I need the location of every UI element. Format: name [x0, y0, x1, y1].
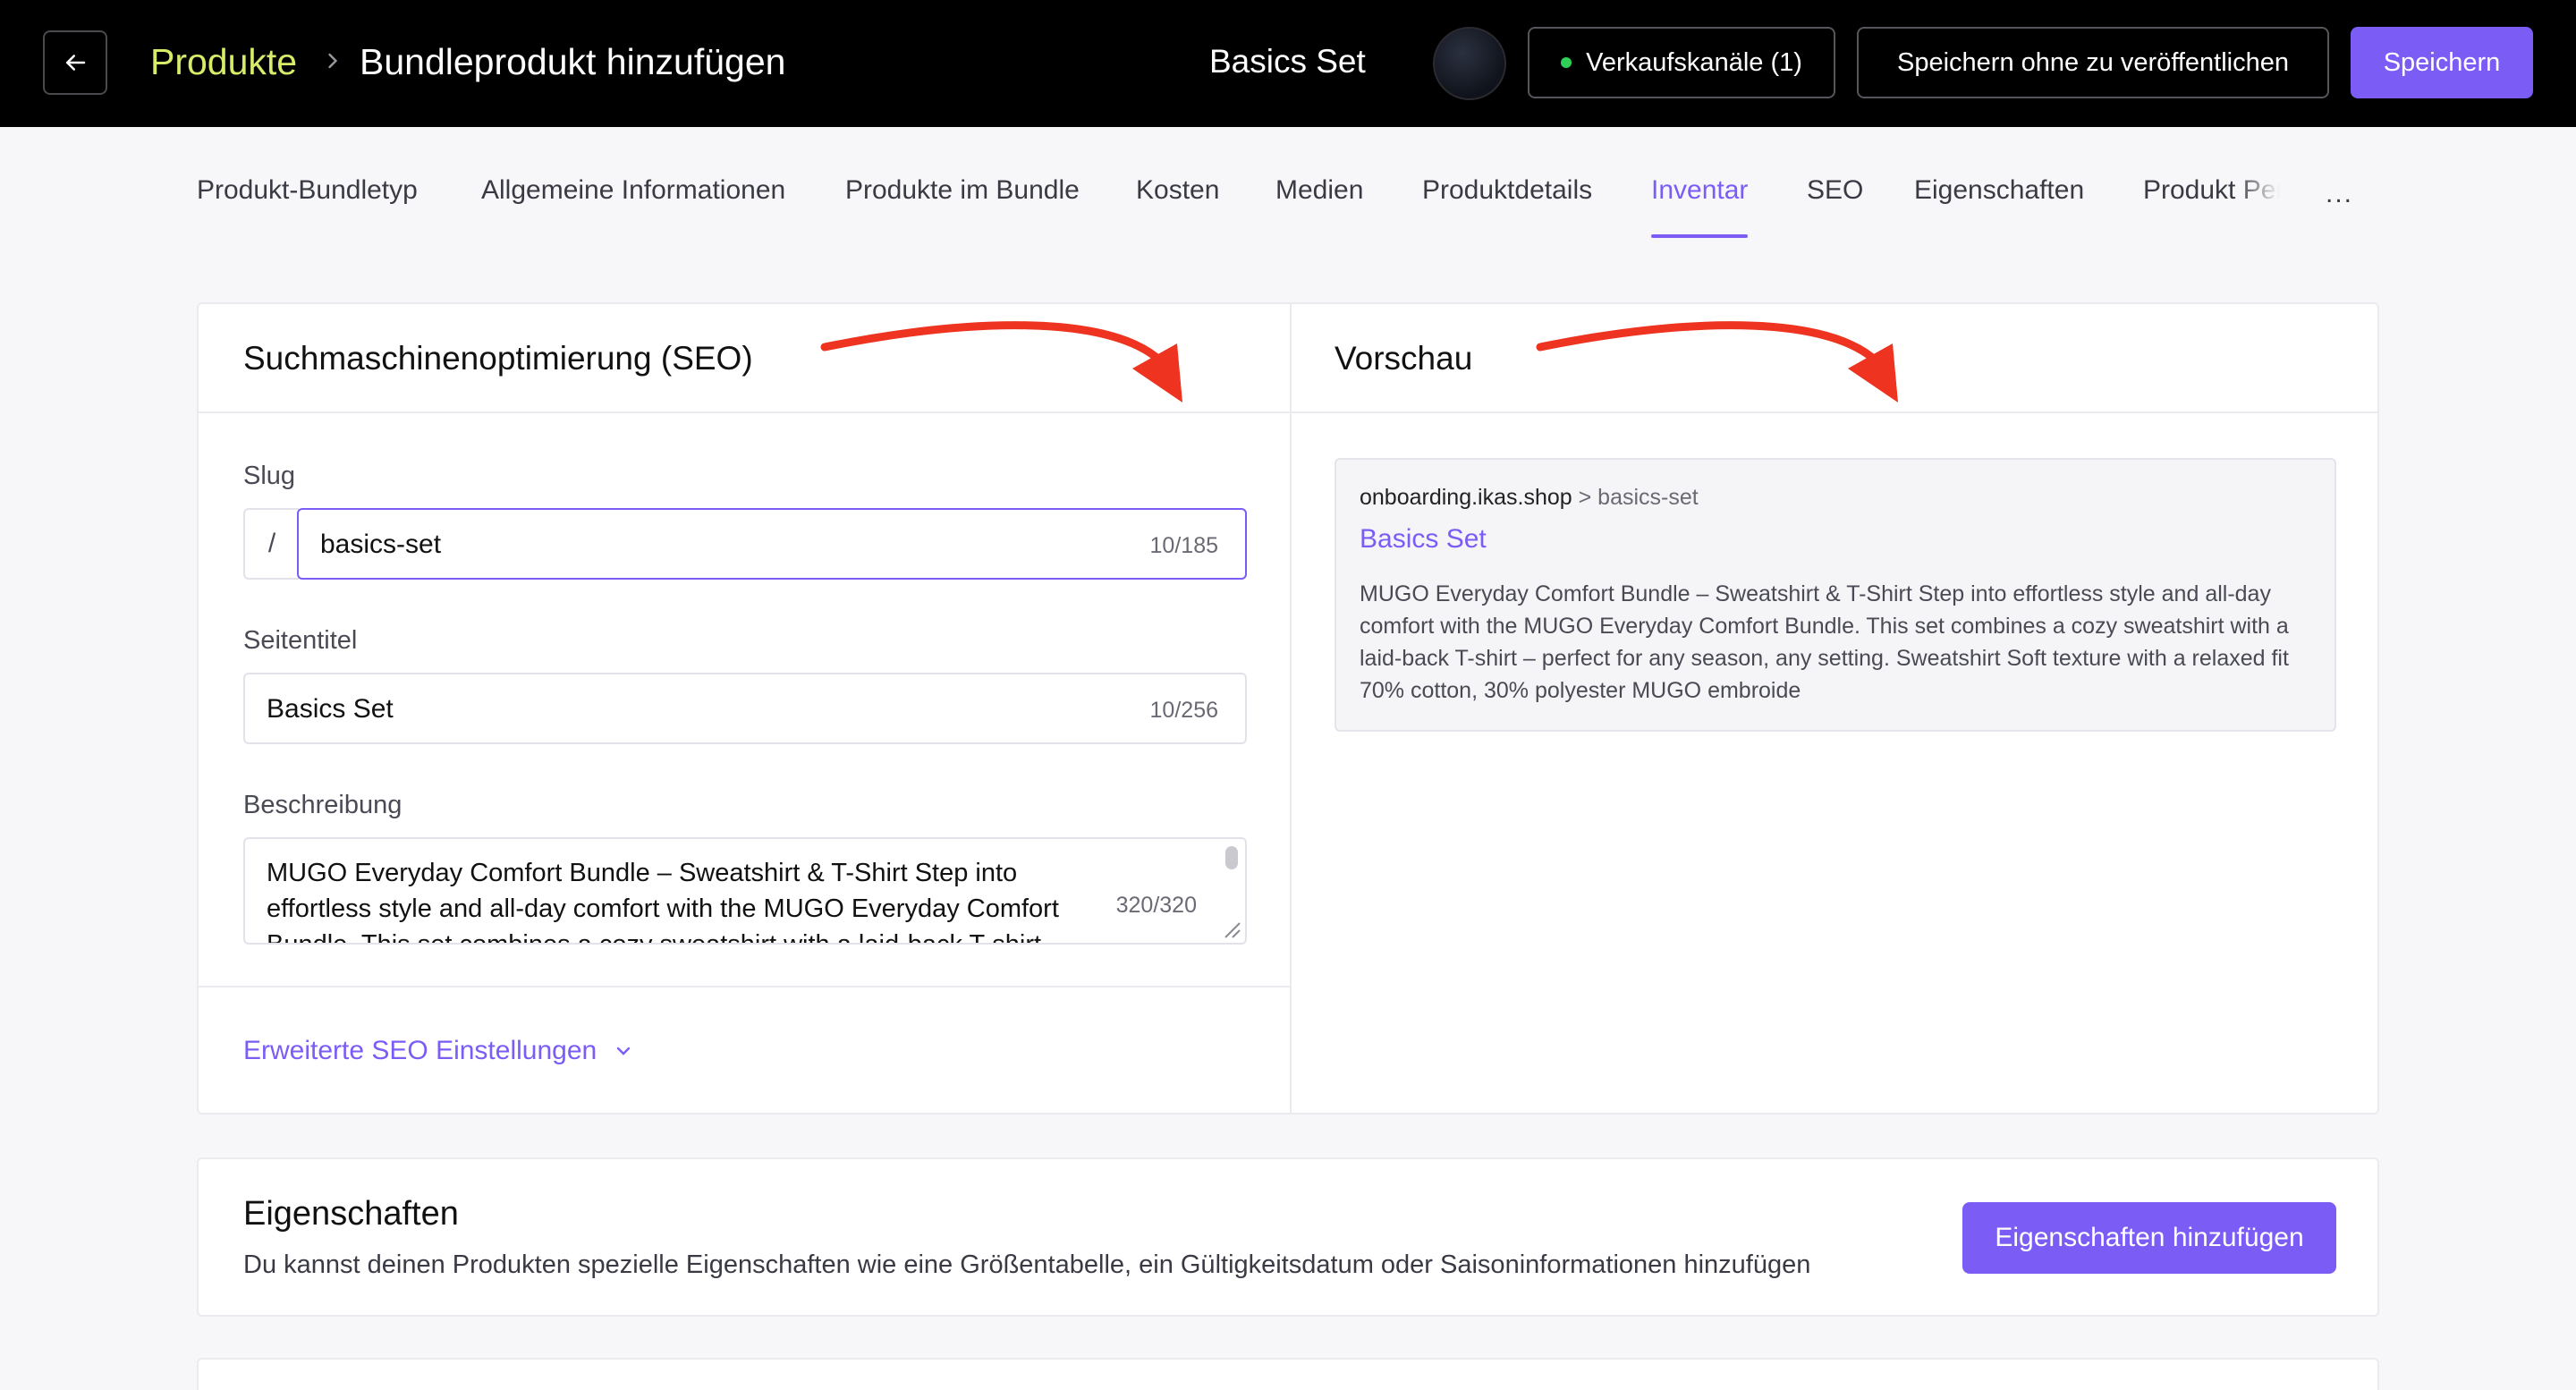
slug-counter: 10/185: [1149, 533, 1218, 558]
breadcrumb-products-link[interactable]: Produkte: [150, 41, 297, 83]
description-label: Beschreibung: [243, 791, 402, 819]
chevron-right-icon: [328, 53, 338, 69]
chevron-down-icon: [617, 1047, 631, 1055]
sales-channels-button[interactable]: Verkaufskanäle (1): [1528, 27, 1835, 98]
properties-title: Eigenschaften: [243, 1195, 459, 1233]
next-card: [197, 1358, 2379, 1390]
page-title-counter: 10/256: [1149, 698, 1218, 723]
textarea-scrollbar[interactable]: [1225, 846, 1238, 869]
slug-label: Slug: [243, 462, 296, 490]
tabs-more-button[interactable]: ...: [2326, 179, 2353, 209]
card-divider: [1290, 304, 1292, 1113]
preview-description: MUGO Everyday Comfort Bundle – Sweatshir…: [1360, 581, 2289, 703]
resize-handle-icon[interactable]: [1216, 914, 1243, 941]
tab-media[interactable]: Medien: [1275, 175, 1363, 238]
preview-title: Vorschau: [1335, 340, 1473, 377]
preview-domain: onboarding.ikas.shop: [1360, 485, 1572, 510]
tab-products-in-bundle[interactable]: Produkte im Bundle: [845, 175, 1080, 238]
card-divider: [199, 411, 2377, 413]
seo-card: Suchmaschinenoptimierung (SEO) Slug / ba…: [197, 302, 2379, 1115]
tab-costs[interactable]: Kosten: [1136, 175, 1219, 238]
tab-product-details[interactable]: Produktdetails: [1422, 175, 1592, 238]
avatar[interactable]: [1433, 27, 1506, 100]
card-divider: [199, 986, 1290, 987]
description-counter: 320/320: [1108, 893, 1197, 919]
product-name: Basics Set: [1209, 43, 1366, 80]
tab-inventory[interactable]: Inventar: [1651, 175, 1749, 238]
tab-seo[interactable]: SEO: [1807, 175, 1863, 238]
add-properties-button[interactable]: Eigenschaften hinzufügen: [1962, 1202, 2336, 1274]
page-title-label: Seitentitel: [243, 626, 358, 655]
description-value: MUGO Everyday Comfort Bundle – Sweatshir…: [267, 859, 1059, 945]
save-without-publish-button[interactable]: Speichern ohne zu veröffentlichen: [1857, 27, 2329, 98]
tab-properties[interactable]: Eigenschaften: [1914, 175, 2084, 238]
seo-title: Suchmaschinenoptimierung (SEO): [243, 340, 753, 377]
properties-card: Eigenschaften Du kannst deinen Produkten…: [197, 1157, 2379, 1317]
page-title: Bundleprodukt hinzufügen: [360, 41, 786, 82]
save-button[interactable]: Speichern: [2351, 27, 2533, 98]
slug-value: basics-set: [320, 530, 442, 559]
tab-bundle-type[interactable]: Produkt-Bundletyp: [197, 175, 418, 238]
advanced-seo-settings-label: Erweiterte SEO Einstellungen: [243, 1036, 597, 1065]
status-dot-icon: [1561, 57, 1572, 68]
page-title-value: Basics Set: [267, 694, 394, 724]
page: Produkte Bundleprodukt hinzufügen Basics…: [0, 0, 2576, 1390]
tab-general-info[interactable]: Allgemeine Informationen: [481, 175, 785, 238]
arrow-left-icon: [66, 55, 86, 71]
page-title-input[interactable]: Basics Set 10/256: [243, 673, 1247, 744]
search-preview: onboarding.ikas.shop > basics-set Basics…: [1335, 458, 2336, 732]
properties-description: Du kannst deinen Produkten spezielle Eig…: [243, 1250, 1811, 1279]
tab-scroll-fade: [2236, 168, 2299, 240]
advanced-seo-settings-link[interactable]: Erweiterte SEO Einstellungen: [243, 1036, 634, 1066]
sales-channels-label: Verkaufskanäle (1): [1586, 47, 1802, 77]
preview-path: > basics-set: [1572, 485, 1699, 510]
preview-link-title: Basics Set: [1360, 524, 1487, 554]
description-textarea[interactable]: MUGO Everyday Comfort Bundle – Sweatshir…: [243, 837, 1247, 945]
slug-prefix: /: [243, 508, 299, 580]
preview-url: onboarding.ikas.shop > basics-set: [1360, 485, 1699, 511]
slug-input[interactable]: basics-set 10/185: [297, 508, 1247, 580]
back-button[interactable]: [43, 30, 107, 95]
top-bar: Produkte Bundleprodukt hinzufügen Basics…: [0, 0, 2576, 127]
